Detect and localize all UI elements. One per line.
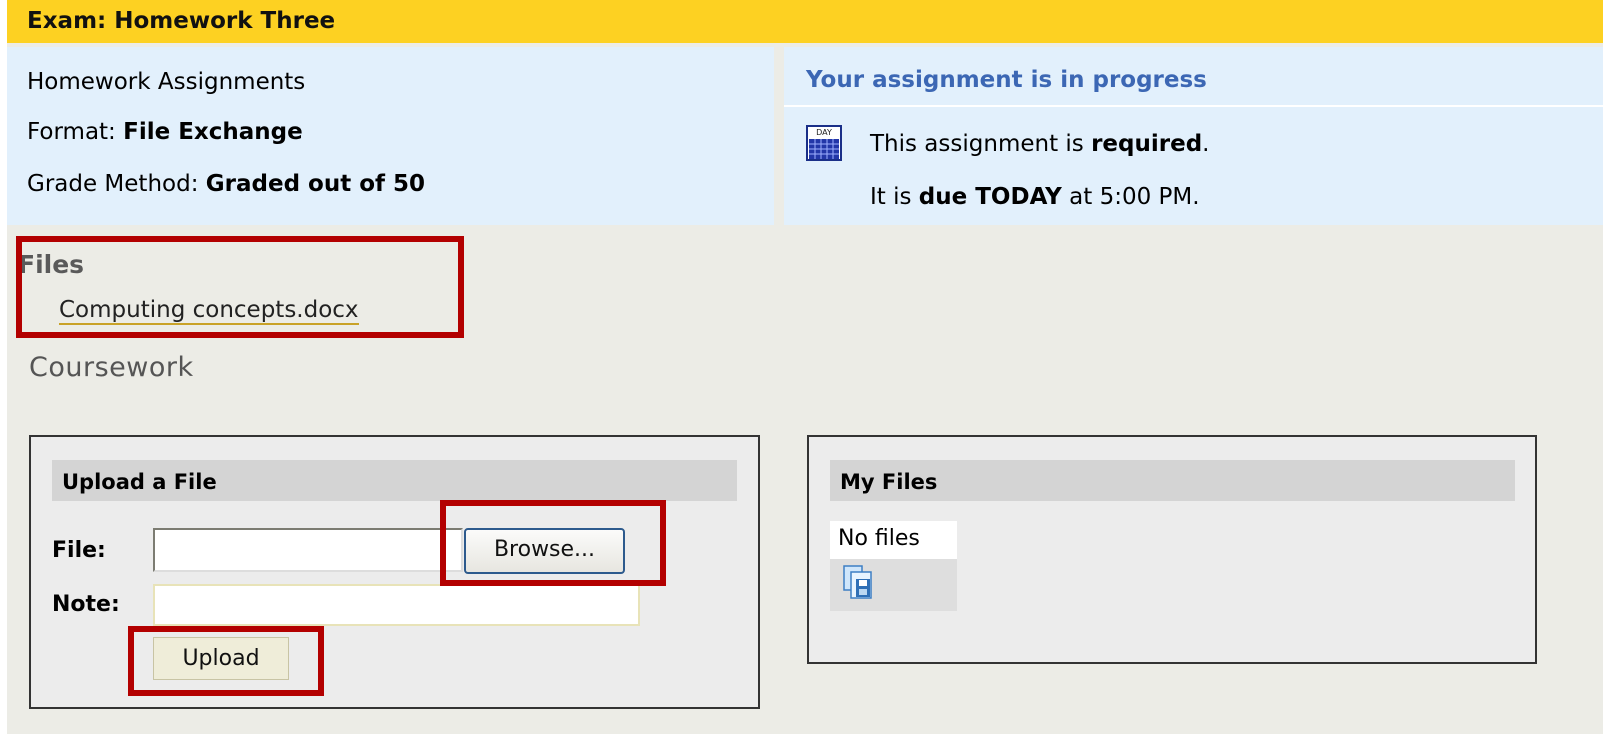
- my-files-title: My Files: [830, 460, 1515, 501]
- upload-file-panel: Upload a File File: Browse... Note: Uplo…: [29, 435, 760, 709]
- note-input[interactable]: [153, 584, 640, 626]
- required-suffix: .: [1202, 131, 1210, 157]
- due-word: due TODAY: [918, 184, 1062, 210]
- assignment-category: Homework Assignments: [27, 69, 306, 95]
- copy-files-icon[interactable]: [842, 564, 878, 600]
- assignment-info-panel: Homework Assignments Format: File Exchan…: [7, 47, 774, 225]
- no-files-text: No files: [830, 521, 957, 559]
- file-link[interactable]: Computing concepts.docx: [59, 297, 359, 325]
- coursework-heading: Coursework: [29, 352, 194, 383]
- page-title: Exam: Homework Three: [7, 0, 1603, 43]
- file-label: File:: [52, 538, 106, 563]
- assignment-grade-method: Grade Method: Graded out of 50: [27, 171, 425, 197]
- grade-value: Graded out of 50: [205, 171, 426, 197]
- required-word: required: [1091, 131, 1203, 157]
- assignment-page: Exam: Homework Three Homework Assignment…: [7, 0, 1603, 734]
- calendar-icon: DAY: [806, 125, 842, 161]
- format-label: Format:: [27, 119, 124, 145]
- upload-panel-title: Upload a File: [52, 460, 737, 501]
- my-files-panel: My Files No files: [807, 435, 1537, 664]
- required-text: This assignment is required.: [870, 131, 1209, 157]
- grade-label: Grade Method:: [27, 171, 206, 197]
- file-path-input[interactable]: [153, 528, 463, 572]
- required-prefix: This assignment is: [870, 131, 1092, 157]
- files-heading: Files: [18, 250, 85, 279]
- due-suffix: at 5:00 PM.: [1061, 184, 1200, 210]
- status-heading: Your assignment is in progress: [784, 47, 1603, 107]
- calendar-icon-text: DAY: [816, 128, 832, 137]
- due-text: It is due TODAY at 5:00 PM.: [870, 184, 1200, 210]
- upload-button[interactable]: Upload: [153, 637, 289, 680]
- note-label: Note:: [52, 592, 120, 617]
- format-value: File Exchange: [123, 119, 303, 145]
- assignment-status-panel: Your assignment is in progress DAY This …: [784, 47, 1603, 225]
- browse-button[interactable]: Browse...: [464, 528, 625, 574]
- due-prefix: It is: [870, 184, 919, 210]
- assignment-format: Format: File Exchange: [27, 119, 303, 145]
